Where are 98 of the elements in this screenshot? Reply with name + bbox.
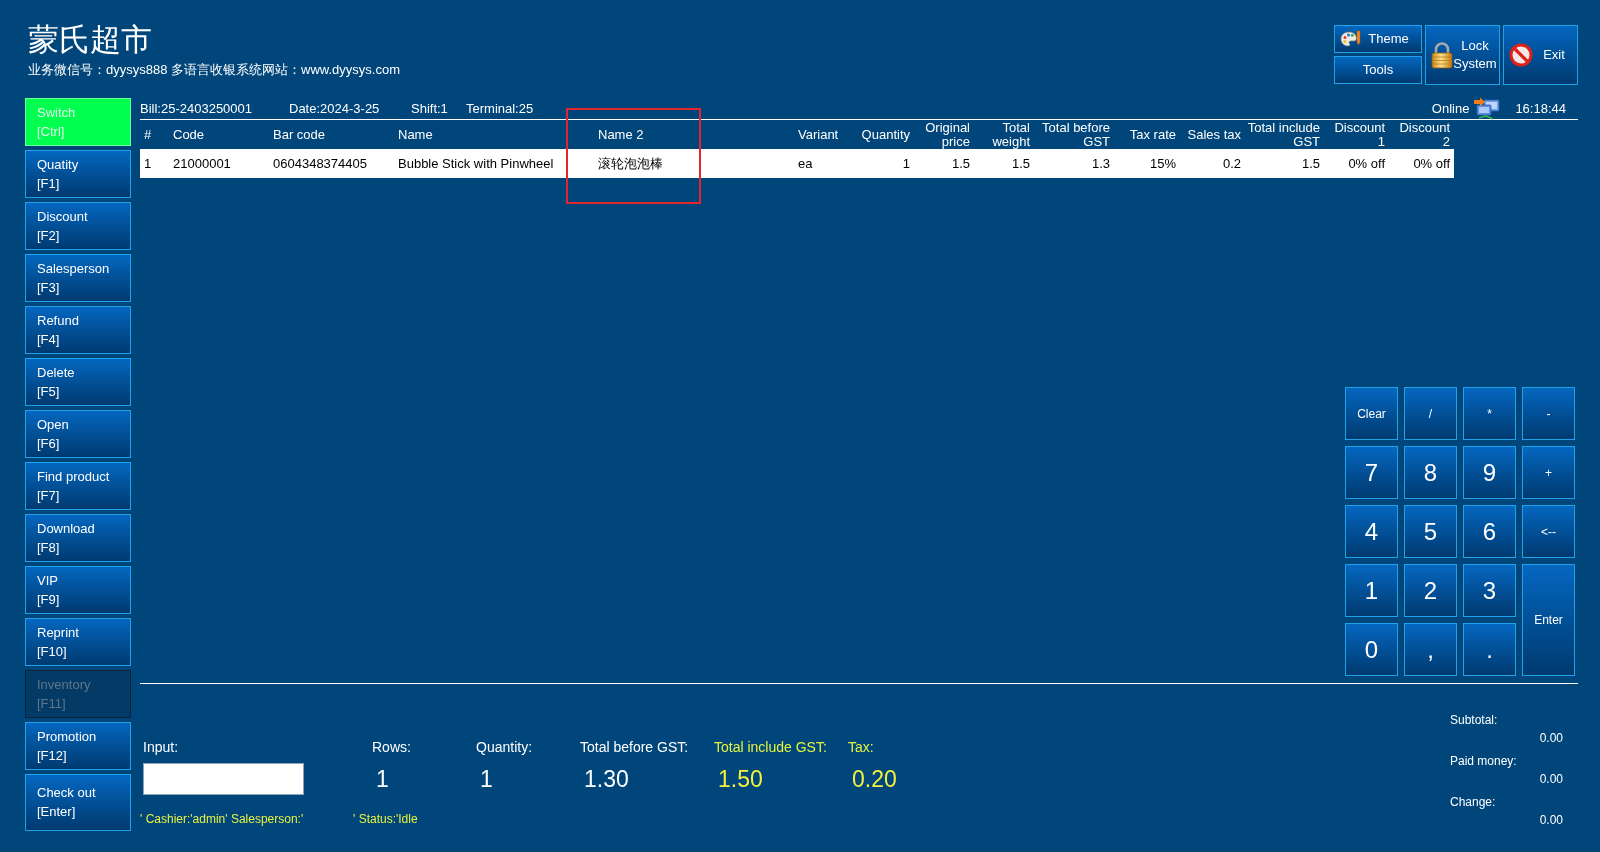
keypad-key[interactable]: + <box>1522 446 1575 499</box>
keypad-key[interactable]: / <box>1404 387 1457 440</box>
clock-time: 16:18:44 <box>1515 99 1566 118</box>
column-header: Code <box>173 127 205 142</box>
column-header: Name <box>398 127 433 142</box>
summary-label: Total include GST: <box>714 738 828 757</box>
padlock-icon <box>1431 41 1453 69</box>
balance-value: 0.00 <box>1539 812 1563 829</box>
summary-value: 1 <box>479 765 494 794</box>
summary-value: 1.50 <box>717 765 764 794</box>
tools-button[interactable]: Tools <box>1334 56 1422 84</box>
function-button[interactable]: Delete [F5] <box>25 358 131 406</box>
column-header: Original price <box>924 120 970 149</box>
summary-value: 1 <box>375 765 390 794</box>
column-header: Total include GST <box>1247 120 1320 149</box>
column-header: Discount 1 <box>1333 120 1385 149</box>
column-header: Variant <box>798 127 839 142</box>
column-header: Name 2 <box>598 127 644 142</box>
balance-label: Paid money: <box>1450 753 1517 770</box>
summary-label: Total before GST: <box>580 738 690 757</box>
summary-value: 1.30 <box>583 765 630 794</box>
status-text: ' Cashier:'admin' Salesperson:' <box>140 811 305 827</box>
keypad-key[interactable]: <-- <box>1522 505 1575 558</box>
keypad-key[interactable]: 9 <box>1463 446 1516 499</box>
table-cell-text: 1.5 <box>1011 154 1030 173</box>
table-cell-text: 1.3 <box>1091 154 1110 173</box>
table-cell-text: 0.2 <box>1222 154 1241 173</box>
keypad-key[interactable]: . <box>1463 623 1516 676</box>
balance-label: Change: <box>1450 794 1496 811</box>
balance-value: 0.00 <box>1539 771 1563 788</box>
table-cell-text: 1.5 <box>1301 154 1320 173</box>
function-button[interactable]: VIP [F9] <box>25 566 131 614</box>
shift-number: Shift:1 <box>411 99 449 118</box>
function-button[interactable]: Promotion [F12] <box>25 722 131 770</box>
keypad-key[interactable]: 8 <box>1404 446 1457 499</box>
balance-value: 0.00 <box>1539 730 1563 747</box>
lock-button[interactable]: Lock System <box>1425 25 1500 85</box>
table-cell-text: 滚轮泡泡棒 <box>598 154 663 173</box>
table-cell-text: ea <box>798 154 813 173</box>
table-cell-text: 15% <box>1149 154 1176 173</box>
balance-label: Subtotal: <box>1450 712 1498 729</box>
column-header: Discount 2 <box>1398 120 1450 149</box>
keypad-key[interactable]: * <box>1463 387 1516 440</box>
summary-label: Quantity: <box>476 738 534 757</box>
column-header: Quantity <box>861 127 910 142</box>
keypad-key[interactable]: , <box>1404 623 1457 676</box>
table-cell-text: 0% off <box>1413 154 1450 173</box>
keypad-key[interactable]: 3 <box>1463 564 1516 617</box>
input-label: Input: <box>143 738 180 757</box>
function-button[interactable]: Check out [Enter] <box>25 774 131 831</box>
table-cell-text: 0604348374405 <box>273 154 367 173</box>
table-cell-text: 21000001 <box>173 154 231 173</box>
function-button[interactable]: Find product [F7] <box>25 462 131 510</box>
keypad-key[interactable]: Enter <box>1522 564 1575 676</box>
keypad-key[interactable]: 2 <box>1404 564 1457 617</box>
keypad-key[interactable]: 5 <box>1404 505 1457 558</box>
status-text: ' Status:'Idle <box>353 811 418 827</box>
summary-value: 0.20 <box>851 765 898 794</box>
network-computers-icon <box>1473 96 1501 121</box>
column-header: Total before GST <box>1041 120 1110 149</box>
keypad-key[interactable]: Clear <box>1345 387 1398 440</box>
table-cell-text: 0% off <box>1348 154 1385 173</box>
function-button[interactable]: Discount [F2] <box>25 202 131 250</box>
bill-number: Bill:25-2403250001 <box>140 99 254 118</box>
keypad-key[interactable]: 6 <box>1463 505 1516 558</box>
table-cell-text: Bubble Stick with Pinwheel <box>398 154 554 173</box>
table-row[interactable]: 1 21000001 0604348374405 Bubble Stick with Pinwheel 滚轮泡泡棒 ea 1 1.5 1.5 1.3 15% 0.2 1.5 0% off 0% off <box>140 149 1454 178</box>
column-header: Tax rate <box>1129 127 1176 142</box>
column-header: # <box>144 127 152 142</box>
store-subtitle: 业务微信号：dyysys888 多语言收银系统网站：www.dyysys.com <box>28 61 400 79</box>
exit-button[interactable]: Exit <box>1503 25 1578 85</box>
keypad-key[interactable]: 0 <box>1345 623 1398 676</box>
function-button[interactable]: Download [F8] <box>25 514 131 562</box>
table-cell-text: 1.5 <box>951 154 970 173</box>
column-header: Total weight <box>991 120 1030 149</box>
keypad-key[interactable]: - <box>1522 387 1575 440</box>
column-header: Bar code <box>273 127 326 142</box>
function-button[interactable]: Refund [F4] <box>25 306 131 354</box>
summary-label: Rows: <box>372 738 412 757</box>
function-button[interactable]: Quatity [F1] <box>25 150 131 198</box>
store-name: 蒙氏超市 <box>28 22 153 58</box>
keypad-key[interactable]: 1 <box>1345 564 1398 617</box>
palette-icon <box>1340 30 1361 48</box>
connection-status: Online <box>1431 99 1470 118</box>
function-button[interactable]: Open [F6] <box>25 410 131 458</box>
table-cell-text: 1 <box>144 154 152 173</box>
prohibition-icon <box>1509 43 1533 67</box>
keypad-key[interactable]: 7 <box>1345 446 1398 499</box>
keypad-key[interactable]: 4 <box>1345 505 1398 558</box>
input-field[interactable] <box>143 763 304 795</box>
function-button[interactable]: Salesperson [F3] <box>25 254 131 302</box>
table-cell-text: 1 <box>902 154 910 173</box>
summary-label: Tax: <box>848 738 875 757</box>
bill-date: Date:2024-3-25 <box>289 99 381 118</box>
terminal-number: Terminal:25 <box>466 99 534 118</box>
column-header: Sales tax <box>1187 127 1241 142</box>
theme-button[interactable]: Theme <box>1334 25 1422 53</box>
function-button[interactable]: Reprint [F10] <box>25 618 131 666</box>
